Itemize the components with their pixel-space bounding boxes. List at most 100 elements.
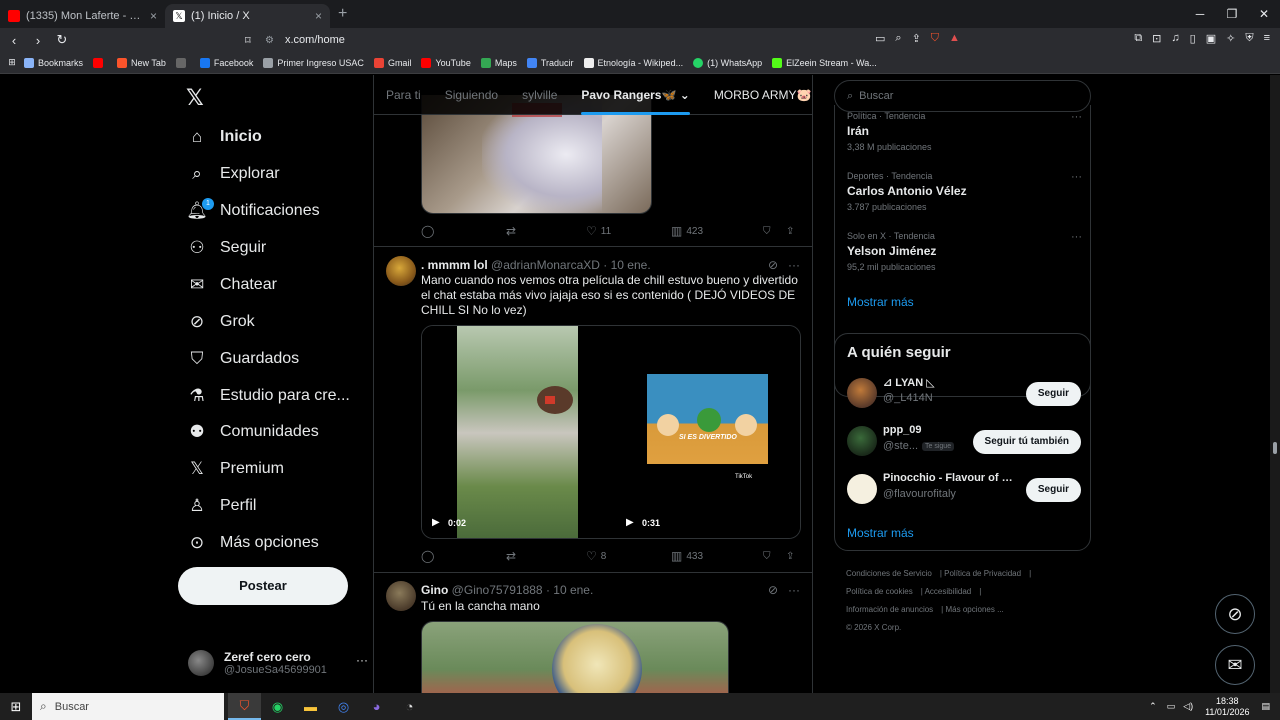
video-player[interactable]: ▶ 0:02 (422, 326, 611, 538)
messages-float-button[interactable]: ✉ (1215, 645, 1255, 685)
tweet-author-handle[interactable]: @adrianMonarcaXD (491, 258, 600, 272)
windows-start-icon[interactable]: ⊞ (0, 699, 32, 715)
bookmark-icon[interactable]: ⛉ (763, 226, 786, 237)
more-horizontal-icon[interactable]: ··· (1071, 231, 1082, 243)
video-player[interactable]: SI ES DIVERTIDO TikTok ▶ 0:31 (612, 326, 800, 538)
discord-icon[interactable]: ◕ (360, 693, 393, 720)
forward-icon[interactable]: › (28, 33, 48, 48)
music-icon[interactable]: ♫ (1171, 32, 1179, 45)
menu-icon[interactable]: ≡ (1264, 32, 1270, 45)
share-icon[interactable]: ⇪ (786, 551, 794, 562)
minimize-icon[interactable]: ─ (1184, 0, 1216, 28)
nav-comunidades[interactable]: ⚉ Comunidades (186, 417, 318, 447)
bookmark-item[interactable]: Etnología - Wikiped... (583, 57, 683, 68)
trend-item[interactable]: Solo en X · Tendencia Yelson Jiménez 95,… (847, 231, 1082, 272)
browser-tab-youtube[interactable]: (1335) Mon Laferte - La Nave del Olvido … (0, 4, 165, 28)
back-icon[interactable]: ‹ (4, 33, 24, 48)
follow-suggestion[interactable]: ppp_09 @ste... Te sigue Seguir tú también (847, 424, 1081, 458)
bookmark-item[interactable]: Traducir (526, 57, 574, 68)
more-horizontal-icon[interactable]: ··· (788, 583, 800, 597)
brave-rewards-icon[interactable]: ▲ (949, 32, 960, 45)
footer-link[interactable]: Condiciones de Servicio (846, 569, 932, 578)
zoom-icon[interactable]: ⌕ (895, 32, 901, 45)
show-more-link[interactable]: Mostrar más (847, 526, 914, 540)
sidebar-icon[interactable]: ▯ (1190, 32, 1196, 45)
nav-chatear[interactable]: ✉ Chatear (186, 270, 277, 300)
trend-item[interactable]: Política · Tendencia Irán 3,38 M publica… (847, 111, 1082, 152)
avatar[interactable] (386, 256, 416, 286)
bookmark-item[interactable]: Gmail (373, 57, 411, 68)
screenshot-icon[interactable]: ⊡ (1152, 32, 1161, 45)
share-icon[interactable]: ⇪ (786, 226, 794, 237)
grok-icon[interactable]: ⊘ (768, 258, 778, 272)
footer-link[interactable]: Política de Privacidad (944, 569, 1021, 578)
close-tab-icon[interactable]: × (315, 9, 322, 23)
scrollbar-thumb[interactable] (1273, 442, 1277, 454)
bookmark-item[interactable] (93, 57, 107, 68)
bookmark-item[interactable]: Facebook (199, 57, 253, 68)
like-button[interactable]: ♡ 11 (586, 224, 671, 238)
follow-button[interactable]: Seguir (1025, 478, 1081, 502)
tab-morbo-army[interactable]: MORBO ARMY🐷 (702, 75, 824, 115)
nav-inicio[interactable]: ⌂ Inicio (186, 122, 262, 152)
more-horizontal-icon[interactable]: ··· (356, 653, 368, 667)
footer-link[interactable]: Más opciones ... (945, 605, 1003, 614)
close-window-icon[interactable]: ✕ (1248, 0, 1280, 28)
clock[interactable]: 18:38 11/01/2026 (1205, 696, 1249, 718)
extensions-icon[interactable]: ⧉ (1134, 32, 1142, 45)
tweet-date[interactable]: · 10 ene. (546, 583, 593, 597)
x-logo-icon[interactable]: 𝕏 (186, 85, 204, 111)
more-horizontal-icon[interactable]: ··· (1071, 111, 1082, 123)
post-button[interactable]: Postear (178, 567, 348, 605)
more-horizontal-icon[interactable]: ··· (788, 258, 800, 272)
new-tab-button[interactable]: + (338, 5, 347, 23)
close-tab-icon[interactable]: × (150, 9, 157, 23)
follow-suggestion[interactable]: Pinocchio - Flavour of I... @flavourofit… (847, 472, 1081, 506)
reply-icon[interactable]: ◯ (421, 549, 506, 563)
vpn-icon[interactable]: ⛨ (1245, 32, 1253, 45)
browser-tab-x[interactable]: 𝕏 (1) Inicio / X × (165, 4, 330, 28)
views-button[interactable]: ▥ 433 (671, 549, 763, 563)
tweet-date[interactable]: · 10 ene. (603, 258, 650, 272)
page-scrollbar[interactable] (1270, 75, 1280, 693)
nav-explorar[interactable]: ⌕ Explorar (186, 159, 279, 189)
notifications-icon[interactable]: ▤ (1261, 701, 1270, 712)
share-icon[interactable]: ⇪ (912, 32, 921, 45)
avatar[interactable] (386, 581, 416, 611)
volume-icon[interactable]: ◁) (1183, 701, 1193, 712)
brave-icon[interactable]: ⛉ (228, 693, 261, 720)
nav-perfil[interactable]: ♙ Perfil (186, 491, 256, 521)
chrome-icon[interactable]: ◎ (327, 693, 360, 720)
footer-link[interactable]: Información de anuncios (846, 605, 933, 614)
footer-link[interactable]: Política de cookies (846, 587, 913, 596)
chevron-up-icon[interactable]: ⌃ (1149, 701, 1157, 712)
follow-back-button[interactable]: Seguir tú también (972, 430, 1081, 454)
nav-estudio[interactable]: ⚗ Estudio para cre... (186, 381, 349, 411)
cast-icon[interactable]: ▭ (875, 32, 885, 45)
nav-guardados[interactable]: ⛉ Guardados (186, 344, 300, 374)
repost-icon[interactable]: ⇄ (506, 549, 586, 563)
reply-icon[interactable]: ◯ (421, 224, 506, 238)
bookmark-item[interactable]: YouTube (421, 57, 471, 68)
follow-suggestion[interactable]: ⊿ LYAN ◺ @_L414N Seguir (847, 376, 1081, 410)
file-explorer-icon[interactable]: ▬ (294, 693, 327, 720)
apps-grid-icon[interactable]: ⊞ (0, 57, 24, 68)
account-switcher[interactable]: Zeref cero cero @JosueSa45699901 ··· (188, 645, 368, 681)
site-info-icon[interactable]: ⚙ (265, 35, 285, 46)
tab-para-ti[interactable]: Para ti (374, 75, 433, 115)
bookmark-item[interactable]: (1) WhatsApp (693, 57, 762, 68)
tweet-image[interactable] (421, 621, 729, 693)
tweet-author-name[interactable]: . mmmm lol (421, 258, 488, 272)
reload-icon[interactable]: ↻ (52, 32, 72, 48)
nav-grok[interactable]: ⊘ Grok (186, 307, 255, 337)
tweet-author-name[interactable]: Gino (421, 583, 448, 597)
like-button[interactable]: ♡ 8 (586, 549, 671, 563)
more-horizontal-icon[interactable]: ··· (1071, 171, 1082, 183)
tab-sylville[interactable]: sylville (510, 75, 569, 115)
bookmark-item[interactable]: ElZeein Stream - Wa... (772, 57, 877, 68)
chevron-down-icon[interactable]: ⌄ (680, 88, 690, 102)
bookmark-item[interactable]: Primer Ingreso USAC (263, 57, 364, 68)
bookmark-page-icon[interactable]: ⌑ (245, 34, 265, 47)
whatsapp-icon[interactable]: ◉ (261, 693, 294, 720)
brave-shield-icon[interactable]: ⛉ (931, 32, 939, 45)
